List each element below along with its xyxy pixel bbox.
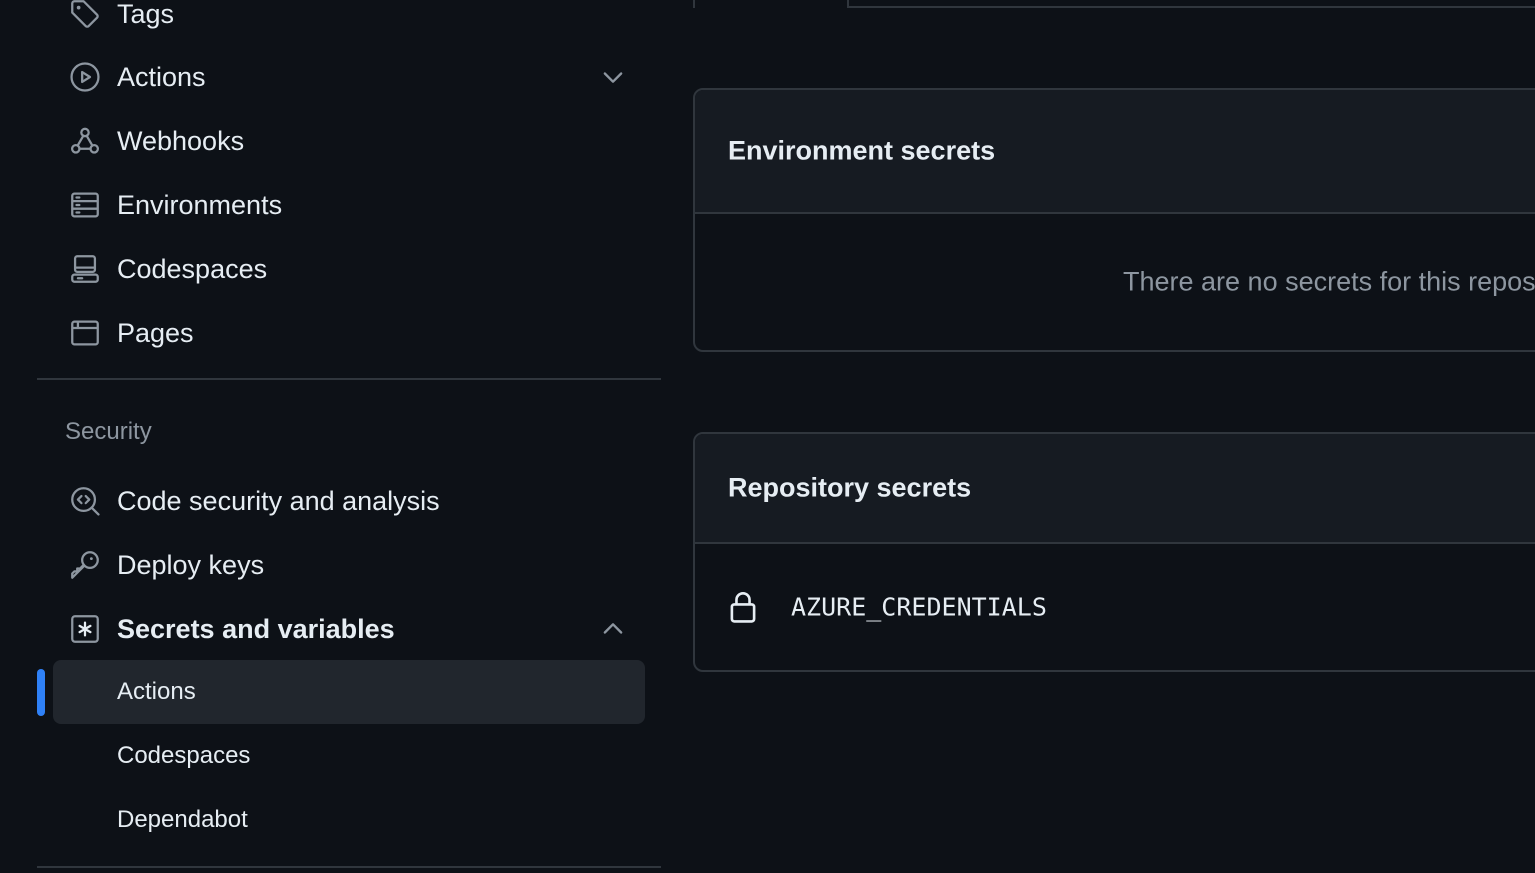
key-icon [67,547,103,583]
environment-secrets-box: Environment secrets There are no secrets… [693,88,1535,352]
active-indicator [37,669,45,716]
sidebar-item-label: Pages [117,317,194,348]
sidebar-item-deploy-keys[interactable]: Deploy keys [53,533,645,597]
environment-secrets-body: There are no secrets for this repos [695,214,1535,350]
tab-border [847,0,1535,8]
browser-icon [67,315,103,351]
sidebar-subitem-label: Actions [117,678,196,705]
sidebar-divider [37,378,661,380]
codespaces-icon [67,251,103,287]
sidebar-item-label: Codespaces [117,253,268,284]
sidebar-item-label: Tags [117,0,175,29]
settings-sidebar: Tags Actions Webhooks Environments Codes… [0,0,680,873]
sidebar-item-label: Secrets and variables [117,613,395,644]
repository-secrets-header: Repository secrets [695,434,1535,544]
tab-border [693,0,695,8]
environment-secrets-header: Environment secrets [695,90,1535,214]
sidebar-item-label: Environments [117,189,283,220]
repository-secrets-title: Repository secrets [728,472,972,503]
sidebar-item-environments[interactable]: Environments [53,173,645,237]
sidebar-item-label: Deploy keys [117,549,265,580]
sidebar-subitem-actions[interactable]: Actions [53,660,645,724]
sidebar-subitem-label: Codespaces [117,742,251,769]
sidebar-subitem-label: Dependabot [117,806,248,833]
sidebar-subitem-codespaces[interactable]: Codespaces [53,724,645,788]
sidebar-divider [37,866,661,868]
sidebar-item-code-security[interactable]: Code security and analysis [53,469,645,533]
sidebar-item-webhooks[interactable]: Webhooks [53,109,645,173]
server-icon [67,187,103,223]
empty-state-text: There are no secrets for this repos [1123,266,1535,297]
chevron-down-icon[interactable] [599,63,627,91]
sidebar-item-secrets-and-variables[interactable]: Secrets and variables [53,597,645,661]
secret-name: AZURE_CREDENTIALS [791,592,1047,622]
sidebar-item-pages[interactable]: Pages [53,301,645,365]
webhook-icon [67,123,103,159]
sidebar-item-actions[interactable]: Actions [53,45,645,109]
chevron-up-icon[interactable] [599,615,627,643]
play-circle-icon [67,59,103,95]
sidebar-item-label: Webhooks [117,125,245,156]
tag-icon [67,0,103,32]
secret-row[interactable]: AZURE_CREDENTIALS [695,544,1535,670]
sidebar-item-tags[interactable]: Tags [53,0,645,46]
sidebar-item-codespaces[interactable]: Codespaces [53,237,645,301]
codescan-icon [67,483,103,519]
sidebar-item-label: Actions [117,61,206,92]
sidebar-item-label: Code security and analysis [117,485,440,516]
environment-secrets-title: Environment secrets [728,135,996,166]
settings-page: Tags Actions Webhooks Environments Codes… [0,0,1535,873]
sidebar-subitem-dependabot[interactable]: Dependabot [53,788,645,852]
lock-icon [727,590,759,624]
asterisk-icon [67,611,103,647]
section-heading-security: Security [65,418,152,445]
repository-secrets-box: Repository secrets AZURE_CREDENTIALS [693,432,1535,672]
